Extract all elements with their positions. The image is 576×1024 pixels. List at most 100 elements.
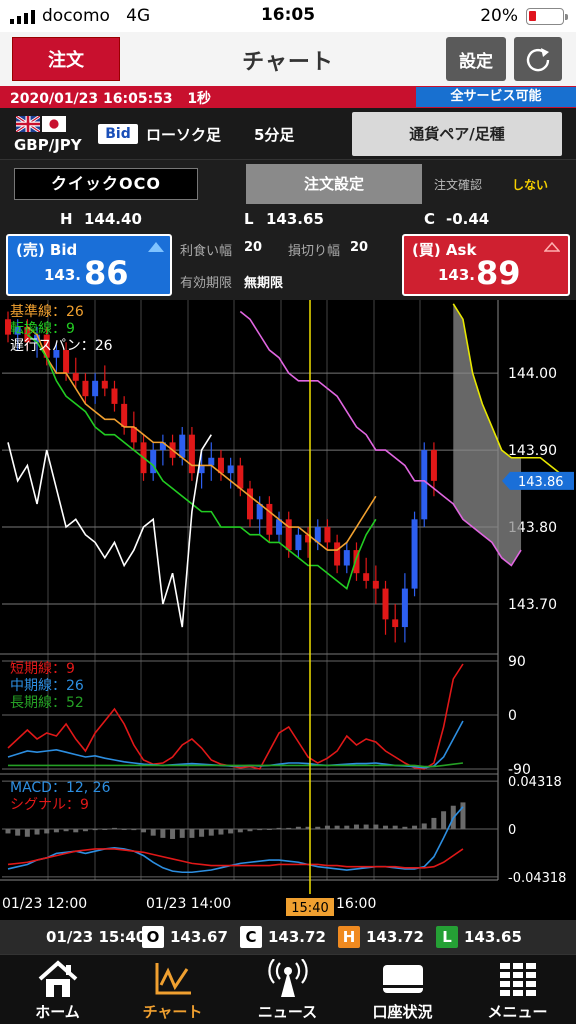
macd-histogram-bar — [353, 824, 359, 829]
stop-loss-value[interactable]: 20 — [350, 240, 368, 255]
macd-histogram-bar — [286, 827, 292, 829]
refresh-button[interactable] — [514, 37, 562, 81]
stop-loss-label: 損切り幅 — [288, 244, 341, 259]
macd-histogram-bar — [383, 825, 389, 829]
macd-histogram-bar — [53, 829, 59, 833]
macd-axis-tick: -0.04318 — [508, 871, 566, 886]
update-timestamp: 2020/01/23 16:05:53 1秒 — [10, 91, 212, 107]
tab-news[interactable]: ニュース — [230, 955, 345, 1024]
battery-icon — [526, 8, 568, 25]
ask-title: (買) Ask — [412, 241, 477, 259]
japan-flag-icon — [42, 116, 66, 132]
macd-histogram-bar — [5, 829, 11, 834]
macd-axis-tick: 0.04318 — [508, 775, 562, 790]
price-side-badge: Bid — [98, 124, 138, 144]
tab-home[interactable]: ホーム — [0, 955, 115, 1024]
settings-button[interactable]: 設定 — [446, 37, 506, 81]
expiry-label: 有効期限 — [180, 276, 233, 291]
currency-pair: GBP/JPY — [14, 136, 82, 154]
price-axis-tick: 144.00 — [508, 366, 557, 382]
bid-price-prefix: 143. — [44, 266, 82, 284]
candle-body — [295, 534, 302, 551]
candle-body — [363, 573, 370, 581]
candle-body — [382, 588, 389, 620]
daily-hlc-row: H 144.40 L 143.65 C -0.44 — [0, 208, 576, 232]
tab-chart[interactable]: チャート — [115, 955, 230, 1024]
price-chart[interactable]: 144.00143.90143.80143.70基準線：26転換線：9遅行スパン… — [0, 300, 576, 920]
close-value: 143.72 — [268, 928, 326, 946]
high-label: H — [60, 210, 73, 228]
quote-panel: (売) Bid 143. 86 利食い幅 20 損切り幅 20 有効期限 無期限… — [0, 232, 576, 300]
macd-histogram-bar — [392, 825, 398, 829]
up-triangle-icon — [148, 242, 164, 252]
home-icon — [38, 960, 77, 997]
menu-grid-icon — [499, 963, 536, 996]
chart-type-label: ローソク足 — [146, 126, 222, 144]
candle-body — [121, 403, 128, 427]
instrument-row: GBP/JPY Bid ローソク足 5分足 通貨ペア/足種 — [0, 108, 576, 160]
chart-area[interactable]: 144.00 143.90 143.80 143.70 基準線：26 転換線：9 遅行スパン… — [0, 300, 576, 920]
pair-timeframe-button[interactable]: 通貨ペア/足種 — [352, 112, 562, 156]
macd-histogram-bar — [24, 829, 30, 837]
battery-percent: 20% — [480, 6, 518, 26]
macd-histogram-bar — [44, 829, 50, 834]
order-settings-button[interactable]: 注文設定 — [246, 164, 422, 204]
macd-histogram-bar — [92, 829, 98, 831]
high-value: 144.40 — [84, 210, 142, 228]
macd-histogram-bar — [199, 829, 205, 837]
price-legend-item: 遅行スパン：26 — [10, 338, 113, 354]
change-value: -0.44 — [446, 210, 490, 228]
tab-menu[interactable]: メニュー — [460, 955, 575, 1024]
tab-account[interactable]: 口座状況 — [345, 955, 460, 1024]
candle-body — [72, 373, 79, 381]
order-confirm-label: 注文確認 — [434, 178, 483, 192]
macd-histogram-bar — [295, 826, 301, 829]
low-label-box: L — [436, 926, 458, 948]
candle-body — [285, 519, 292, 551]
candle-body — [237, 465, 244, 489]
macd-histogram-bar — [34, 829, 40, 835]
app-header: 注文 チャート 設定 — [0, 32, 576, 86]
x-axis-tick: 16:00 — [336, 896, 376, 912]
macd-histogram-bar — [170, 829, 176, 839]
price-axis-tick: 143.90 — [508, 443, 557, 459]
x-axis-tick: 01/23 12:00 — [2, 896, 87, 912]
order-type-selector[interactable]: クイックOCO — [14, 168, 198, 200]
macd-histogram-bar — [237, 829, 243, 833]
update-interval: 1秒 — [187, 91, 212, 107]
macd-legend-item: シグナル：9 — [10, 797, 89, 813]
buy-ask-button[interactable]: (買) Ask 143. 89 — [402, 234, 570, 296]
price-axis-tick: 143.70 — [508, 597, 557, 613]
macd-histogram-bar — [111, 827, 117, 829]
open-label: O — [142, 926, 164, 948]
macd-histogram-bar — [208, 829, 214, 836]
macd-histogram-bar — [257, 829, 263, 831]
macd-histogram-bar — [102, 829, 108, 830]
open-value: 143.67 — [170, 928, 228, 946]
candle-body — [266, 503, 273, 535]
ask-price-prefix: 143. — [438, 266, 476, 284]
rsi-axis-tick: 90 — [508, 654, 526, 670]
timeframe-label: 5分足 — [254, 126, 295, 144]
current-price-tag-label: 143.86 — [518, 475, 564, 490]
rsi-legend-item: 短期線：9 — [10, 661, 75, 677]
macd-histogram-bar — [15, 829, 21, 836]
expiry-value[interactable]: 無期限 — [244, 272, 283, 291]
take-profit-label: 利食い幅 — [180, 244, 233, 259]
candle-body — [392, 619, 399, 628]
low-value: 143.65 — [266, 210, 324, 228]
macd-histogram-bar — [266, 829, 272, 830]
rsi-legend-item: 長期線：52 — [10, 695, 84, 711]
up-triangle-outline-icon — [544, 242, 560, 252]
news-antenna-icon — [267, 959, 308, 997]
order-confirm-toggle[interactable]: しない — [512, 176, 548, 193]
take-profit-value[interactable]: 20 — [244, 240, 262, 255]
candle-body — [421, 450, 428, 520]
macd-histogram-bar — [160, 829, 166, 838]
rsi-legend-item: 中期線：26 — [10, 678, 84, 694]
sell-bid-button[interactable]: (売) Bid 143. 86 — [6, 234, 172, 296]
low-value-box: 143.65 — [464, 928, 522, 946]
candle-body — [247, 488, 253, 520]
macd-histogram-bar — [150, 829, 156, 836]
high-label-box: H — [338, 926, 360, 948]
